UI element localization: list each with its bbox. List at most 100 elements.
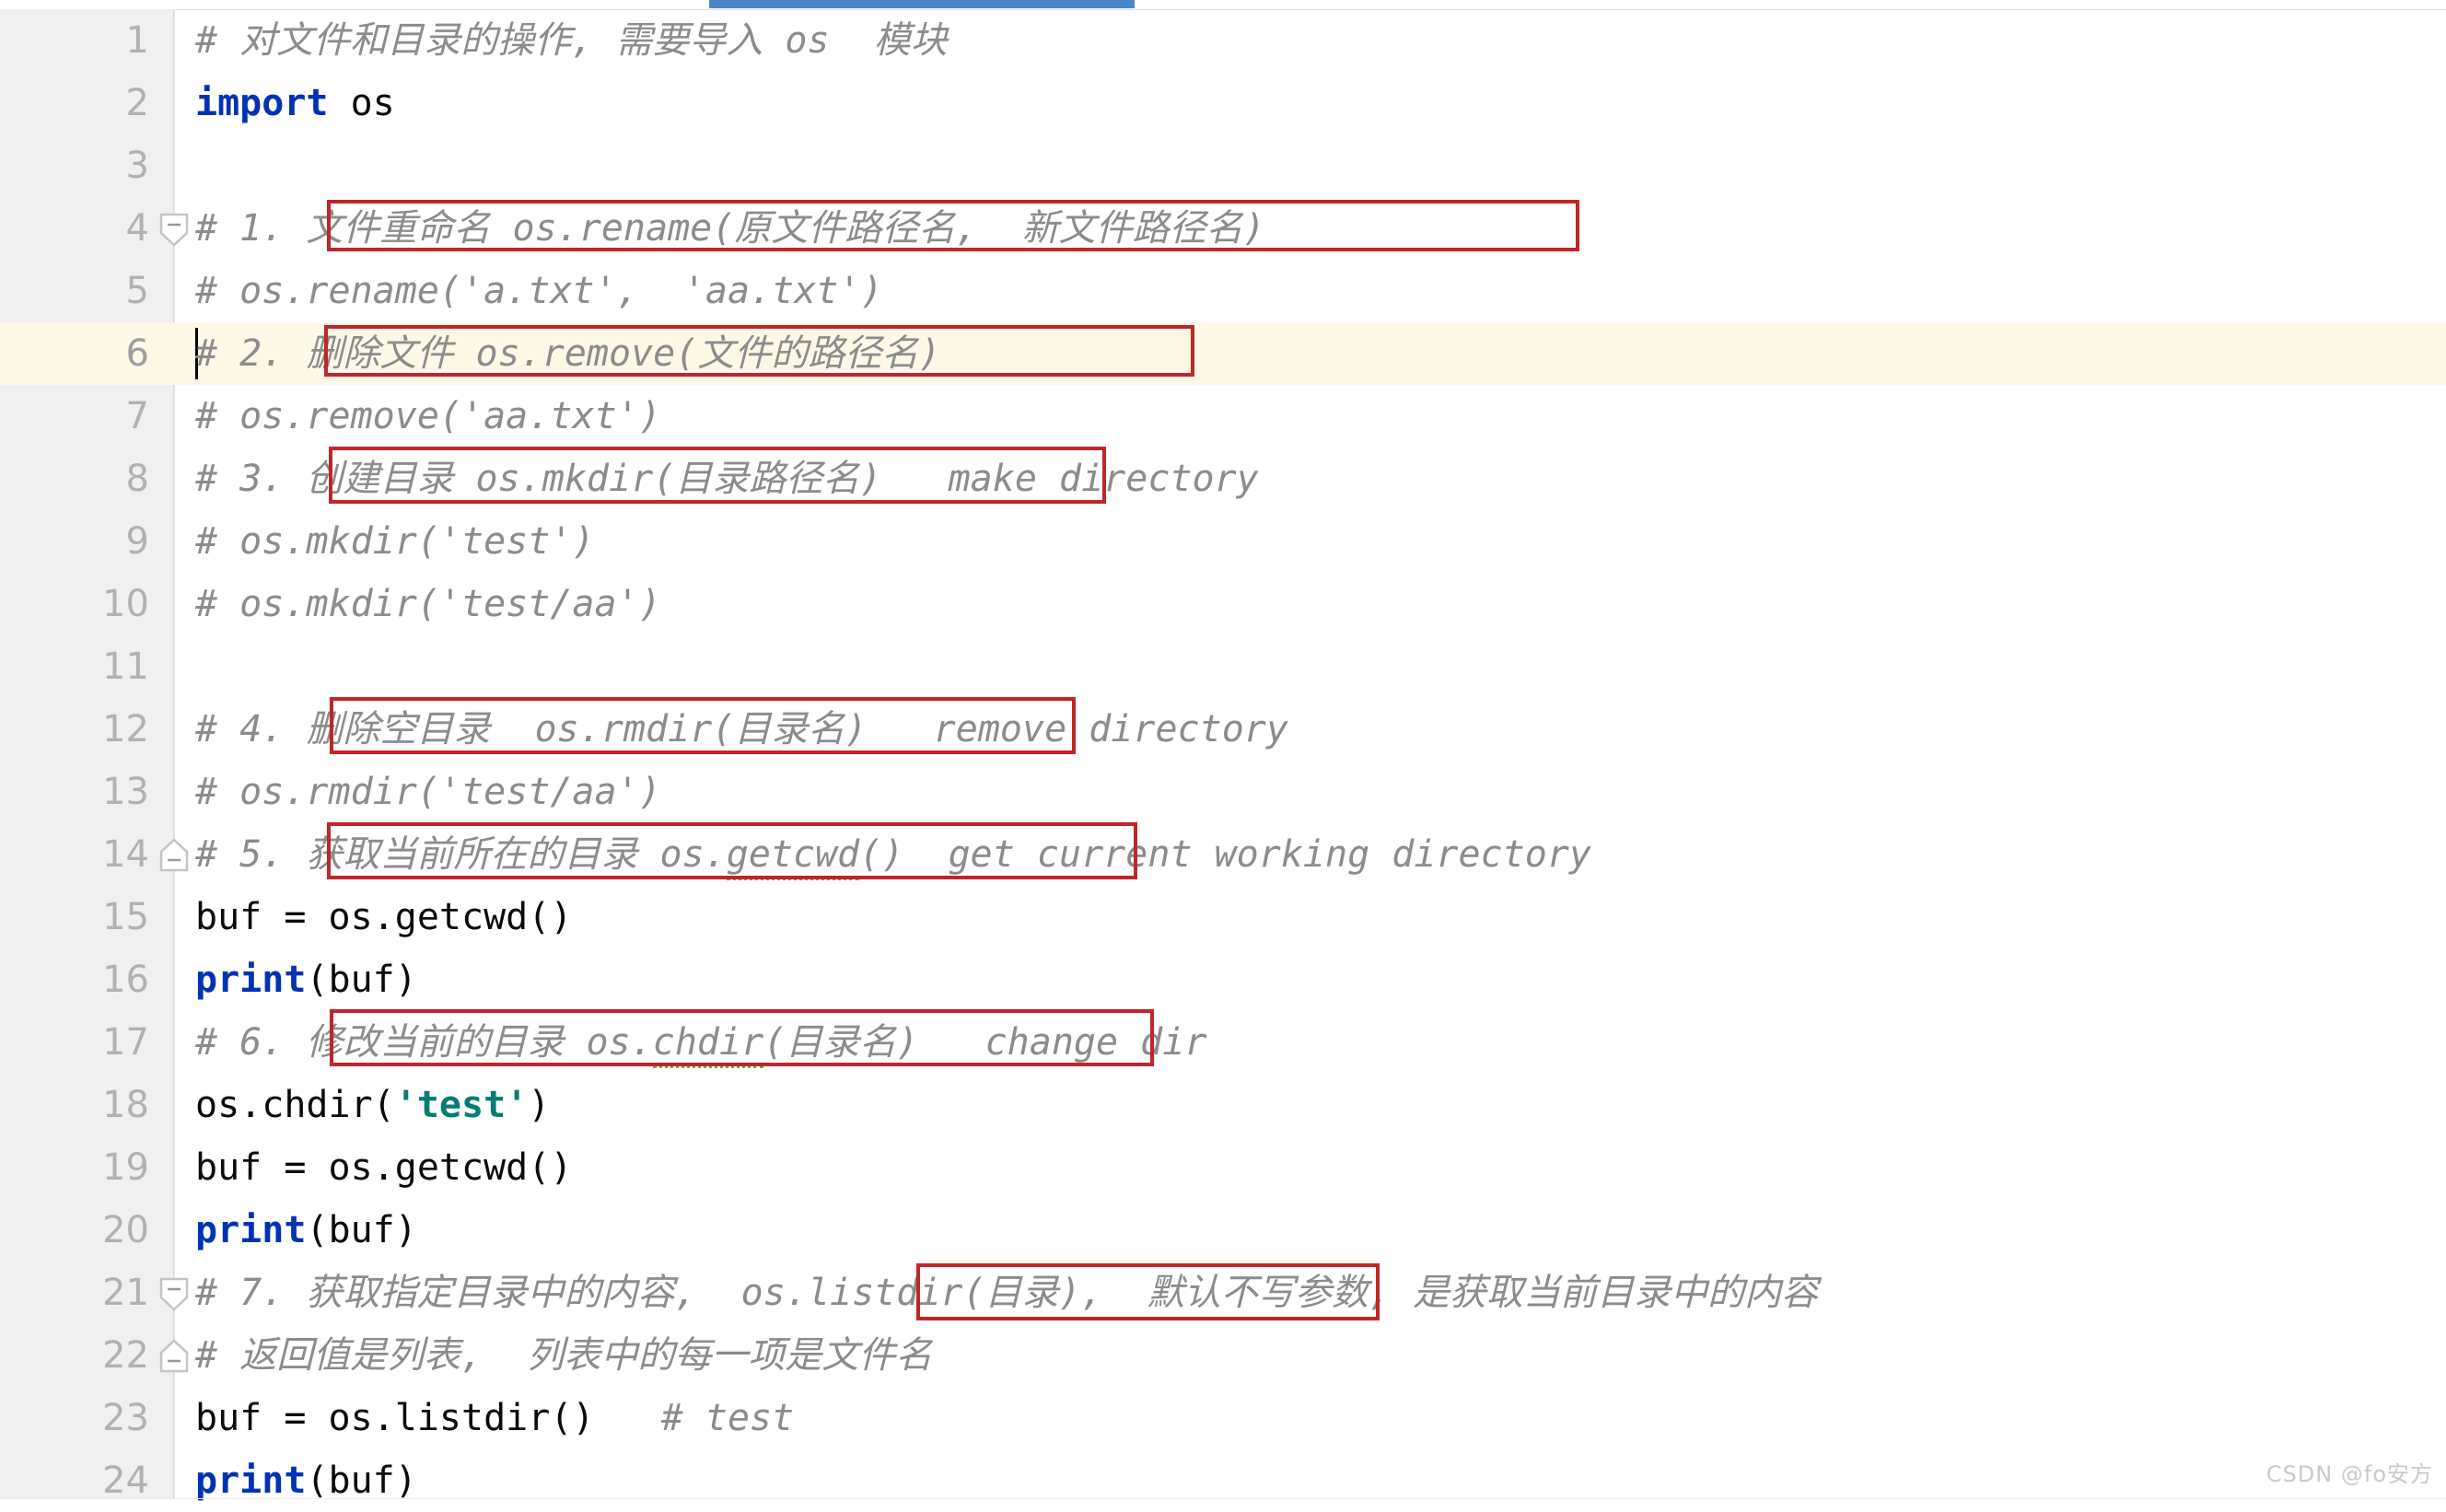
editor-line[interactable]: 2 import os	[0, 72, 2446, 134]
line-content: # 4. 删除空目录 os.rmdir(目录名) remove director…	[195, 698, 1288, 761]
editor-line[interactable]: 7 # os.remove('aa.txt')	[0, 385, 2446, 448]
line-number: 3	[125, 145, 149, 187]
annotated-text: 获取当前所在的目录 os.	[306, 833, 727, 876]
line-number: 9	[125, 520, 149, 563]
editor-line[interactable]: 10 # os.mkdir('test/aa')	[0, 573, 2446, 635]
line-content: # 返回值是列表, 列表中的每一项是文件名	[195, 1334, 933, 1377]
editor-line[interactable]: 11	[0, 635, 2446, 698]
fold-start-icon-line-4[interactable]	[158, 213, 190, 248]
editor-line[interactable]: 22 # 返回值是列表, 列表中的每一项是文件名	[0, 1324, 2446, 1387]
call-args: (buf)	[306, 1209, 417, 1251]
builtin-print: print	[195, 1460, 307, 1502]
call-expr: os.chdir(	[195, 1084, 395, 1126]
line-number: 20	[102, 1209, 149, 1251]
editor-line[interactable]: 14 # 5. 获取当前所在的目录 os.getcwd() get curren…	[0, 823, 2446, 886]
comment-prefix: # 2.	[195, 332, 307, 375]
line-content: # 1. 文件重命名 os.rename(原文件路径名, 新文件路径名)	[195, 197, 1265, 260]
line-number: 15	[102, 896, 149, 938]
line-content: # 3. 创建目录 os.mkdir(目录路径名) make directory	[195, 448, 1259, 510]
call-close: )	[528, 1084, 551, 1126]
line-number: 18	[102, 1084, 149, 1126]
line-number: 17	[102, 1021, 149, 1064]
line-number: 6	[125, 332, 149, 375]
builtin-print: print	[195, 959, 307, 1001]
editor-line[interactable]: 12 # 4. 删除空目录 os.rmdir(目录名) remove direc…	[0, 698, 2446, 761]
line-content: # os.rename('a.txt', 'aa.txt')	[195, 270, 883, 312]
line-number: 12	[102, 708, 149, 750]
code-editor[interactable]: 1 # 对文件和目录的操作, 需要导入 os 模块 2 import os 3 …	[0, 0, 2446, 1502]
editor-line[interactable]: 19 buf = os.getcwd()	[0, 1136, 2446, 1199]
editor-line[interactable]: 20 print(buf)	[0, 1199, 2446, 1262]
line-content: # os.mkdir('test/aa')	[195, 583, 661, 625]
line-content: os.chdir('test')	[195, 1074, 550, 1136]
line-number: 5	[125, 270, 149, 312]
line-content: buf = os.getcwd()	[195, 896, 573, 938]
annotated-text-tail: ()	[859, 833, 904, 876]
line-content: # 对文件和目录的操作, 需要导入 os 模块	[195, 19, 948, 62]
editor-line[interactable]: 13 # os.rmdir('test/aa')	[0, 761, 2446, 823]
fold-start-icon-line-21[interactable]	[158, 1277, 190, 1312]
editor-line[interactable]: 17 # 6. 修改当前的目录 os.chdir(目录名) change dir	[0, 1011, 2446, 1074]
line-content: # 5. 获取当前所在的目录 os.getcwd() get current w…	[195, 823, 1591, 886]
line-content: buf = os.listdir() # test	[195, 1387, 794, 1449]
line-content: # os.mkdir('test')	[195, 520, 595, 563]
annotated-text: 创建目录 os.mkdir(目录路径名)	[306, 458, 882, 500]
line-content: print(buf)	[195, 1199, 417, 1262]
string-literal: 'test'	[394, 1084, 529, 1126]
editor-line[interactable]: 4 # 1. 文件重命名 os.rename(原文件路径名, 新文件路径名)	[0, 197, 2446, 260]
spellcheck-word-getcwd: getcwd	[726, 833, 860, 880]
line-number: 11	[102, 646, 149, 688]
line-number: 13	[102, 771, 149, 813]
editor-line[interactable]: 24 print(buf)	[0, 1449, 2446, 1512]
editor-line[interactable]: 8 # 3. 创建目录 os.mkdir(目录路径名) make directo…	[0, 448, 2446, 510]
editor-line[interactable]: 9 # os.mkdir('test')	[0, 510, 2446, 573]
chinese-note: 默认不写参数, 是获取当前目录中的内容	[1102, 1272, 1819, 1314]
editor-line-current[interactable]: 6 # 2. 删除文件 os.remove(文件的路径名)	[0, 322, 2446, 385]
line-content: # 7. 获取指定目录中的内容, os.listdir(目录), 默认不写参数,…	[195, 1262, 1818, 1324]
comment-prefix: # 7. 获取指定目录中的内容,	[195, 1272, 741, 1314]
fold-end-icon-line-14[interactable]	[158, 837, 190, 872]
keyword-import: import	[195, 82, 329, 124]
comment-prefix: # 4.	[195, 708, 307, 750]
line-content: import os	[195, 72, 395, 134]
line-content: # os.rmdir('test/aa')	[195, 771, 661, 813]
line-content: print(buf)	[195, 948, 417, 1011]
editor-line[interactable]: 18 os.chdir('test')	[0, 1074, 2446, 1136]
line-number: 2	[125, 82, 149, 124]
line-content: # os.remove('aa.txt')	[195, 395, 661, 437]
line-number: 24	[102, 1460, 149, 1502]
csdn-watermark: CSDN @fo安方	[2265, 1461, 2433, 1487]
annotated-text: 修改当前的目录 os.	[306, 1021, 653, 1064]
editor-line[interactable]: 21 # 7. 获取指定目录中的内容, os.listdir(目录), 默认不写…	[0, 1262, 2446, 1324]
call-args: (buf)	[306, 1460, 417, 1502]
editor-line[interactable]: 1 # 对文件和目录的操作, 需要导入 os 模块	[0, 9, 2446, 72]
line-number: 19	[102, 1146, 149, 1189]
horizontal-scrollbar-thumb[interactable]	[709, 0, 1135, 8]
line-content: # 2. 删除文件 os.remove(文件的路径名)	[195, 322, 940, 385]
annotated-text: os.listdir(目录),	[740, 1272, 1103, 1314]
line-number: 1	[125, 19, 149, 62]
english-note: make directory	[881, 458, 1259, 500]
comment-prefix: # 5.	[195, 833, 307, 876]
line-number: 22	[102, 1334, 149, 1377]
spellcheck-word-chdir: chdir	[652, 1021, 764, 1068]
editor-line[interactable]: 5 # os.rename('a.txt', 'aa.txt')	[0, 260, 2446, 322]
assignment-expr: buf = os.listdir()	[195, 1397, 595, 1439]
line-number: 16	[102, 959, 149, 1001]
editor-line[interactable]: 23 buf = os.listdir() # test	[0, 1387, 2446, 1449]
annotated-text: 文件重命名 os.rename(原文件路径名, 新文件路径名)	[306, 207, 1265, 250]
editor-line[interactable]: 3	[0, 134, 2446, 197]
line-number: 21	[102, 1272, 149, 1314]
annotated-text: 删除文件 os.remove(文件的路径名)	[306, 332, 941, 375]
builtin-print: print	[195, 1209, 307, 1251]
fold-end-icon-line-22[interactable]	[158, 1338, 190, 1373]
editor-line[interactable]: 16 print(buf)	[0, 948, 2446, 1011]
editor-line[interactable]: 15 buf = os.getcwd()	[0, 886, 2446, 948]
line-number: 23	[102, 1397, 149, 1439]
annotated-text: 删除空目录 os.rmdir(目录名)	[306, 708, 868, 750]
inline-comment: # test	[594, 1397, 795, 1439]
line-content: buf = os.getcwd()	[195, 1146, 573, 1189]
line-number: 8	[125, 458, 149, 500]
comment-prefix: # 6.	[195, 1021, 307, 1064]
line-content: # 6. 修改当前的目录 os.chdir(目录名) change dir	[195, 1011, 1206, 1074]
